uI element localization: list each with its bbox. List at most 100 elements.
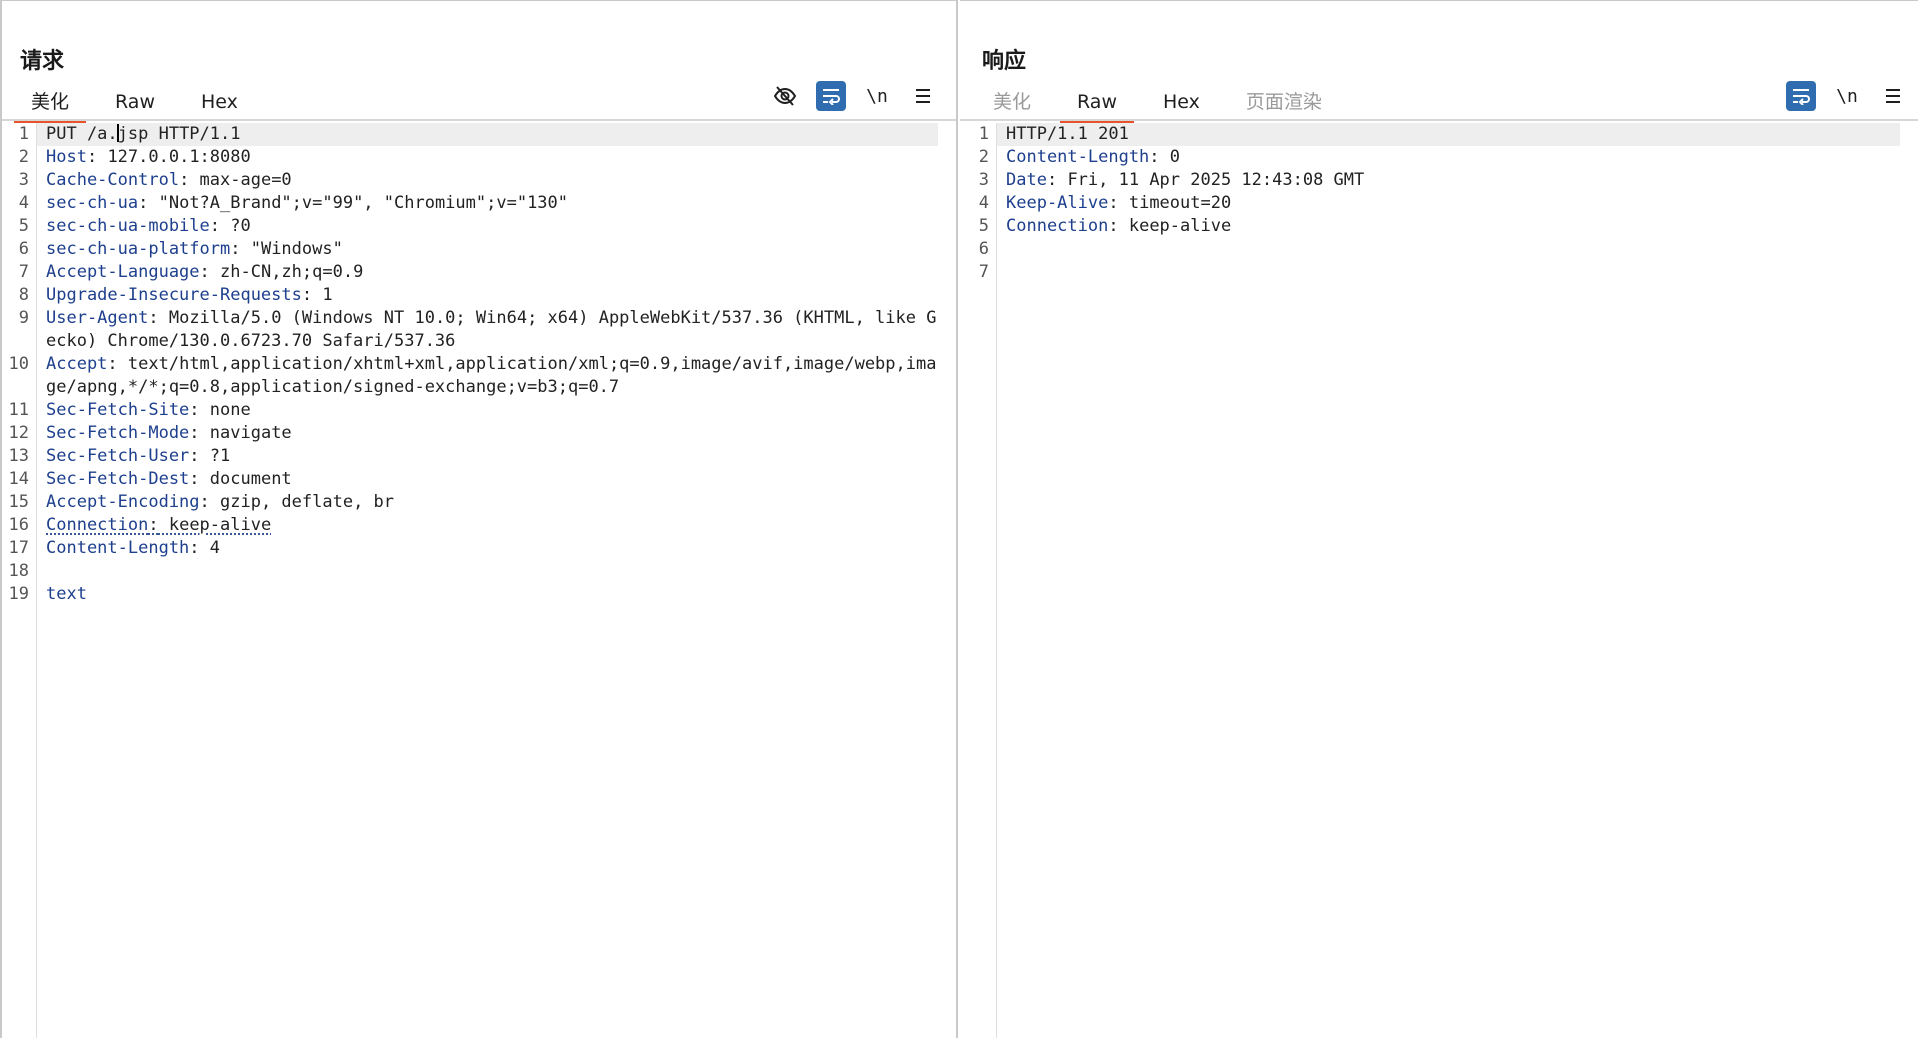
tab-美化[interactable]: 美化 [14, 85, 87, 123]
line-number: 3 [978, 170, 989, 190]
header-colon: : [189, 469, 200, 489]
response-tabs: 美化 Raw Hex 页面渲染 [976, 85, 1351, 123]
body-text: text [46, 584, 87, 604]
wrap-lines-icon [1791, 87, 1811, 105]
header-name: Keep-Alive [1006, 193, 1109, 213]
header-name: Sec-Fetch-User [46, 446, 190, 466]
line-number: 10 [8, 354, 29, 374]
line-content: sec-ch-ua: "Not?A_Brand";v="99", "Chromi… [37, 192, 938, 215]
line-number: 4 [18, 193, 29, 213]
line-text: HTTP/1.1 201 [1006, 124, 1129, 144]
header-name: Cache-Control [46, 170, 180, 190]
code-line: 15 Accept-Encoding: gzip, deflate, br [2, 491, 938, 514]
code-line: 14 Sec-Fetch-Dest: document [2, 468, 938, 491]
request-editor[interactable]: 1 PUT /a.jsp HTTP/1.1 2 Host: 127.0.0.1:808… [2, 123, 956, 1038]
header-colon: : [189, 538, 200, 558]
code-line: 5 sec-ch-ua-mobile: ?0 [2, 215, 938, 238]
header-value: timeout=20 [1118, 193, 1232, 213]
code-line: 13 Sec-Fetch-User: ?1 [2, 445, 938, 468]
code-line: 1 PUT /a.jsp HTTP/1.1 [2, 123, 938, 146]
line-number: 5 [978, 216, 989, 236]
response-title: 响应 [982, 49, 1027, 74]
line-content: HTTP/1.1 201 [997, 123, 1900, 146]
header-colon: : [1108, 193, 1119, 213]
tab-hex[interactable]: Hex [184, 85, 255, 123]
newline-button[interactable]: \n [862, 81, 892, 111]
line-content [997, 238, 1900, 261]
response-editor[interactable]: 1 HTTP/1.1 201 2 Content-Length: 0 3 Date: Fr… [960, 123, 1918, 1038]
header-colon: : [189, 400, 200, 420]
header-value: 127.0.0.1:8080 [97, 147, 251, 167]
tab-页面渲染[interactable]: 页面渲染 [1229, 85, 1339, 123]
line-content: Sec-Fetch-User: ?1 [37, 445, 938, 468]
line-number: 9 [18, 308, 29, 328]
tab-hex[interactable]: Hex [1146, 85, 1217, 123]
line-content: Accept-Language: zh-CN,zh;q=0.9 [37, 261, 938, 284]
newline-icon: \n [866, 85, 888, 107]
menu-button[interactable] [908, 81, 938, 111]
header-colon: : [1149, 147, 1160, 167]
menu-icon [914, 88, 932, 104]
request-line-part: PUT /a. [46, 124, 118, 144]
code-line: 3 Date: Fri, 11 Apr 2025 12:43:08 GMT [960, 169, 1900, 192]
line-number: 6 [978, 239, 989, 259]
line-number: 18 [8, 561, 29, 581]
wrap-lines-button[interactable] [1786, 81, 1816, 111]
header-colon: : [138, 193, 149, 213]
line-number: 14 [8, 469, 29, 489]
line-content: Cache-Control: max-age=0 [37, 169, 938, 192]
header-value: keep-alive [1118, 216, 1232, 236]
eye-off-button[interactable] [770, 81, 800, 111]
response-lines: 1 HTTP/1.1 201 2 Content-Length: 0 3 Date: Fr… [960, 123, 1900, 284]
line-content: PUT /a.jsp HTTP/1.1 [37, 123, 938, 146]
header-value: none [199, 400, 251, 420]
header-name: Upgrade-Insecure-Requests [46, 285, 302, 305]
line-content: sec-ch-ua-mobile: ?0 [37, 215, 938, 238]
tab-raw[interactable]: Raw [98, 85, 172, 123]
line-content: Connection: keep-alive [37, 514, 938, 537]
code-line: 7 Accept-Language: zh-CN,zh;q=0.9 [2, 261, 938, 284]
line-content: Keep-Alive: timeout=20 [997, 192, 1900, 215]
line-number: 1 [978, 124, 989, 144]
header-value: 1 [312, 285, 333, 305]
header-name: Content-Length [1006, 147, 1150, 167]
header-colon: : [1108, 216, 1119, 236]
header-name: sec-ch-ua [46, 193, 139, 213]
header-name: sec-ch-ua-platform [46, 239, 231, 259]
line-number: 17 [8, 538, 29, 558]
line-content: Sec-Fetch-Site: none [37, 399, 938, 422]
code-line: 19 text [2, 583, 938, 606]
line-number: 6 [18, 239, 29, 259]
header-value: 4 [199, 538, 221, 558]
wrap-lines-button[interactable] [816, 81, 846, 111]
tab-美化[interactable]: 美化 [976, 85, 1048, 123]
code-line: 16 Connection: keep-alive [2, 514, 938, 537]
wrap-lines-icon [821, 87, 841, 105]
code-line: 10 Accept: text/html,application/xhtml+xm… [2, 353, 938, 399]
newline-button[interactable]: \n [1832, 81, 1862, 111]
code-line: 8 Upgrade-Insecure-Requests: 1 [2, 284, 938, 307]
code-line: 5 Connection: keep-alive [960, 215, 1900, 238]
code-line: 4 sec-ch-ua: "Not?A_Brand";v="99", "Chrom… [2, 192, 938, 215]
line-content: Content-Length: 0 [997, 146, 1900, 169]
tab-divider [960, 119, 1918, 121]
tab-divider [2, 119, 956, 121]
line-content: User-Agent: Mozilla/5.0 (Windows NT 10.0… [37, 307, 938, 353]
line-number: 12 [8, 423, 29, 443]
line-number: 19 [8, 584, 29, 604]
code-line: 11 Sec-Fetch-Site: none [2, 399, 938, 422]
code-line: 2 Content-Length: 0 [960, 146, 1900, 169]
tab-raw[interactable]: Raw [1060, 85, 1134, 123]
header-colon: : [189, 423, 200, 443]
line-content: Date: Fri, 11 Apr 2025 12:43:08 GMT [997, 169, 1900, 192]
line-content: Sec-Fetch-Mode: navigate [37, 422, 938, 445]
header-name: Accept-Language [46, 262, 200, 282]
response-toolbar: \n [1770, 81, 1908, 111]
code-line: 2 Host: 127.0.0.1:8080 [2, 146, 938, 169]
line-content: Content-Length: 4 [37, 537, 938, 560]
request-lines: 1 PUT /a.jsp HTTP/1.1 2 Host: 127.0.0.1:808… [2, 123, 938, 606]
menu-button[interactable] [1878, 81, 1908, 111]
line-number: 2 [978, 147, 989, 167]
code-line: 9 User-Agent: Mozilla/5.0 (Windows NT 10.… [2, 307, 938, 353]
line-content: Sec-Fetch-Dest: document [37, 468, 938, 491]
